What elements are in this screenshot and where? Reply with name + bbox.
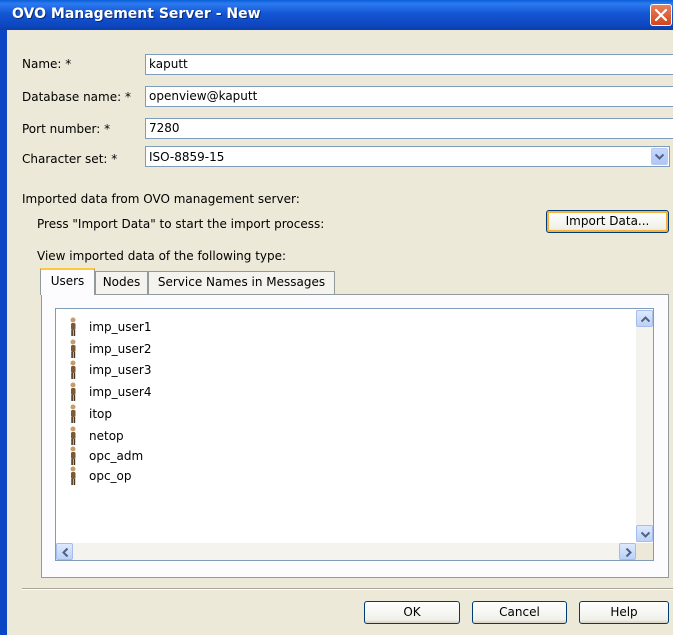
tab-service-names-label: Service Names in Messages [157, 275, 326, 289]
scroll-right-button[interactable] [619, 543, 636, 560]
chevron-left-icon [62, 548, 69, 557]
import-instruction: Press "Import Data" to start the import … [37, 217, 325, 231]
user-icon [70, 360, 76, 379]
user-name: opc_op [89, 469, 132, 483]
scroll-corner [636, 543, 653, 560]
footer-divider-highlight [22, 589, 673, 590]
scroll-left-button[interactable] [56, 543, 73, 560]
horizontal-scrollbar[interactable] [56, 543, 636, 560]
chevron-down-icon [641, 531, 650, 538]
tab-users-label: Users [50, 274, 85, 288]
character-set-label: Character set: * [22, 152, 118, 166]
user-name: imp_user2 [89, 342, 152, 356]
tab-nodes[interactable]: Nodes [95, 271, 148, 294]
user-icon [70, 382, 76, 401]
user-icon [70, 339, 76, 358]
import-data-button[interactable]: Import Data... [546, 210, 669, 233]
port-number-label: Port number: * [22, 122, 111, 136]
title-bar[interactable]: OVO Management Server - New [0, 0, 673, 30]
chevron-down-icon [655, 154, 664, 160]
help-button[interactable]: Help [579, 601, 669, 624]
chevron-up-icon [641, 316, 650, 323]
chevron-right-icon [625, 548, 632, 557]
user-name: itop [89, 407, 112, 421]
tab-service-names[interactable]: Service Names in Messages [148, 271, 335, 294]
character-set-select[interactable]: ISO-8859-15 [145, 146, 670, 167]
name-value: kaputt [149, 57, 188, 71]
window-frame [0, 30, 7, 635]
user-icon [70, 317, 76, 336]
close-button[interactable] [650, 4, 672, 26]
window-title: OVO Management Server - New [12, 6, 261, 22]
character-set-value: ISO-8859-15 [149, 150, 225, 164]
user-icon [70, 466, 76, 485]
database-name-field[interactable]: openview@kaputt [145, 86, 673, 107]
port-number-field[interactable]: 7280 [145, 118, 673, 139]
vertical-scrollbar[interactable] [636, 310, 653, 542]
name-label: Name: * [22, 57, 72, 71]
import-section-label: Imported data from OVO management server… [22, 192, 300, 206]
user-icon [70, 404, 76, 423]
user-name: imp_user3 [89, 363, 152, 377]
user-icon [70, 426, 76, 445]
user-icon [70, 446, 76, 465]
cancel-button[interactable]: Cancel [472, 601, 567, 624]
tab-users[interactable]: Users [40, 268, 95, 295]
name-field[interactable]: kaputt [145, 54, 673, 75]
user-name: imp_user1 [89, 320, 152, 334]
view-data-label: View imported data of the following type… [37, 249, 287, 263]
database-name-label: Database name: * [22, 90, 131, 104]
character-set-dropdown-button[interactable] [651, 148, 668, 165]
user-name: netop [89, 429, 124, 443]
ok-button[interactable]: OK [364, 601, 460, 624]
user-name: opc_adm [89, 449, 144, 463]
scroll-down-button[interactable] [636, 525, 653, 542]
user-name: imp_user4 [89, 385, 152, 399]
port-number-value: 7280 [149, 121, 180, 135]
scroll-up-button[interactable] [636, 310, 653, 327]
database-name-value: openview@kaputt [149, 89, 258, 103]
close-icon [655, 9, 667, 21]
tab-nodes-label: Nodes [102, 275, 141, 289]
